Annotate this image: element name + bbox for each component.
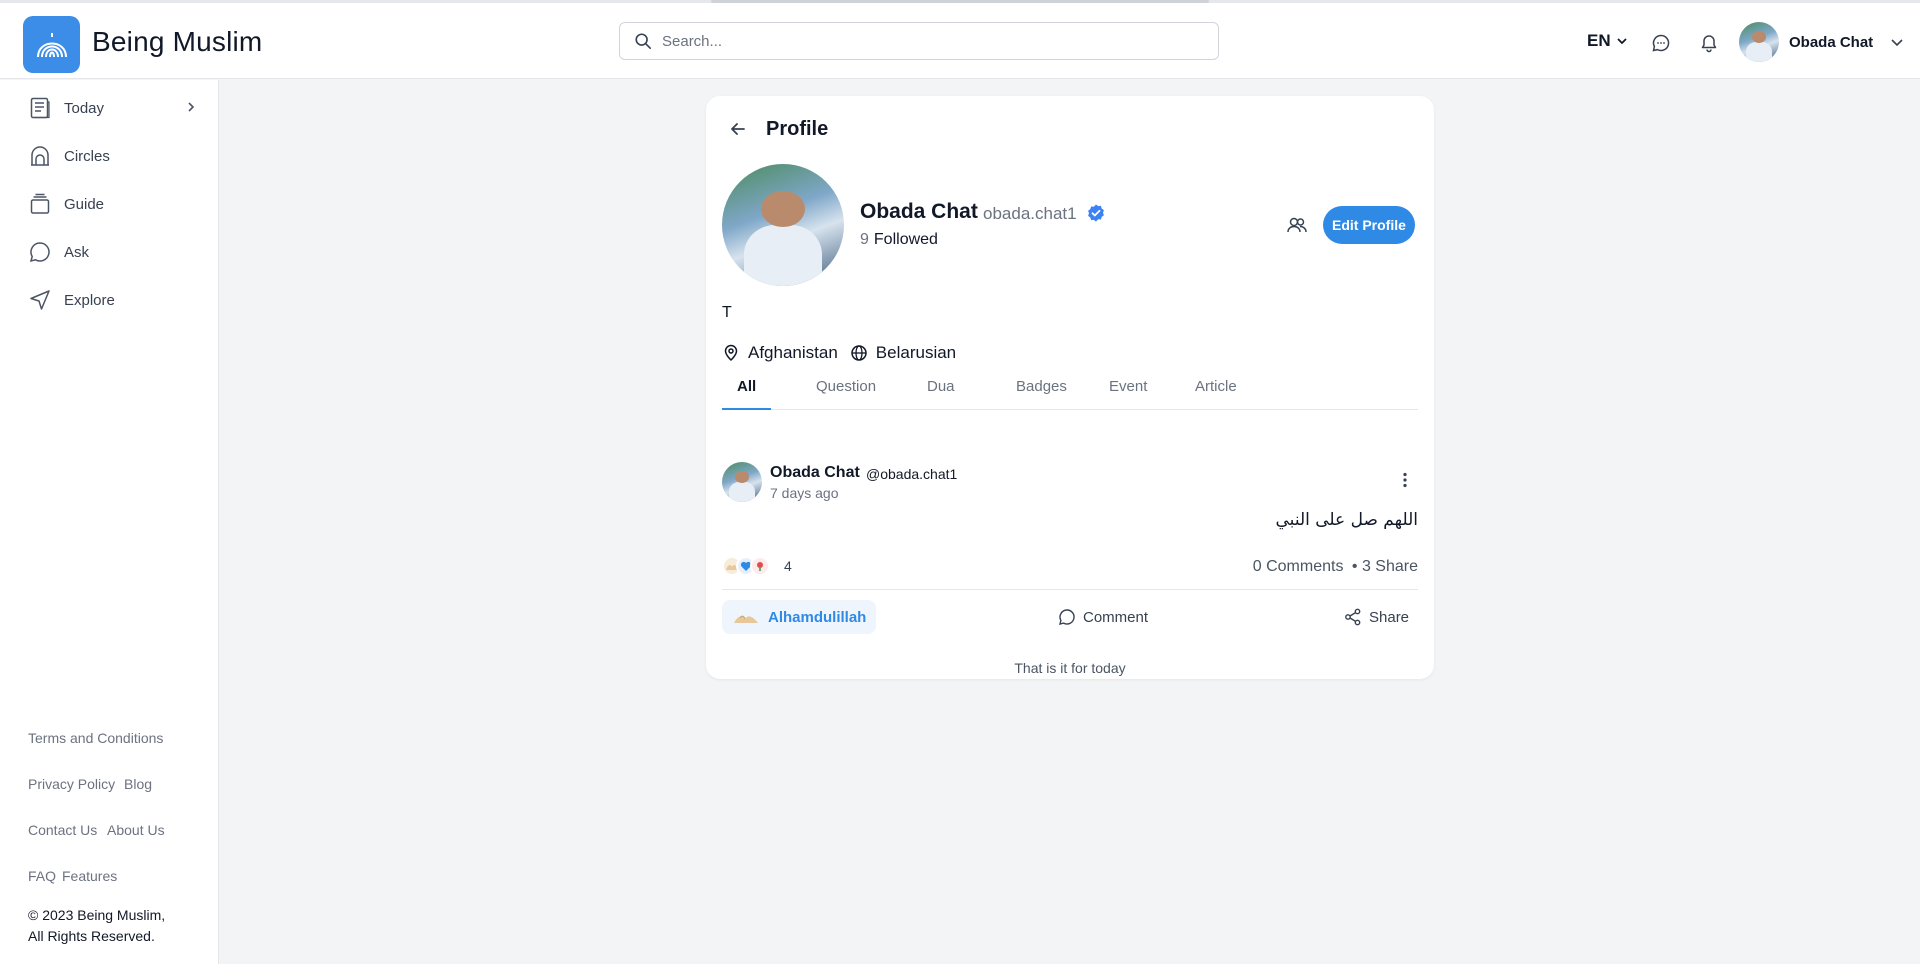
sidebar-item-label: Ask — [64, 243, 90, 261]
about-link[interactable]: About Us — [107, 822, 165, 838]
tab-dua[interactable]: Dua — [927, 378, 955, 410]
comments-count[interactable]: 0 Comments — [1253, 558, 1344, 575]
sidebar-item-label: Guide — [64, 195, 105, 213]
user-avatar — [1739, 22, 1779, 62]
home-arch-icon — [31, 146, 49, 166]
faq-link[interactable]: FAQ — [28, 868, 56, 884]
followed-label: Followed — [873, 231, 938, 248]
post-author-handle[interactable]: @obada.chat1 — [866, 466, 957, 482]
followed-count[interactable]: 9 Followed — [860, 231, 938, 249]
post-author-name[interactable]: Obada Chat — [770, 464, 860, 482]
sidebar-item-explore[interactable]: Explore — [28, 285, 198, 315]
users-group-icon[interactable] — [1286, 214, 1308, 241]
chevron-down-icon — [1891, 39, 1903, 47]
language-label: EN — [1587, 31, 1611, 50]
privacy-link[interactable]: Privacy Policy — [28, 776, 115, 792]
tab-article[interactable]: Article — [1195, 378, 1237, 410]
more-options-icon[interactable] — [1396, 471, 1414, 494]
navigation-arrow-icon — [30, 290, 50, 310]
terms-link[interactable]: Terms and Conditions — [28, 730, 163, 746]
sidebar-item-ask[interactable]: Ask — [28, 237, 198, 267]
chevron-down-icon — [1616, 38, 1627, 45]
tab-question[interactable]: Question — [816, 378, 876, 410]
shares-count[interactable]: • 3 Share — [1352, 558, 1418, 575]
blog-link[interactable]: Blog — [124, 776, 152, 792]
language-selector[interactable]: EN — [1587, 31, 1629, 51]
profile-language: Belarusian — [875, 343, 957, 362]
tab-all[interactable]: All — [722, 378, 772, 410]
chat-bubble-icon — [29, 242, 50, 263]
copyright-line: © 2023 Being Muslim, — [28, 907, 166, 923]
alhamdulillah-label: Alhamdulillah — [768, 608, 867, 626]
notifications-bell-icon[interactable] — [1697, 31, 1721, 55]
sidebar-item-label: Circles — [64, 147, 110, 165]
search-input[interactable] — [662, 23, 1202, 59]
reaction-count: 4 — [784, 558, 792, 574]
profile-avatar[interactable] — [722, 164, 844, 286]
sidebar-item-today[interactable]: Today — [28, 93, 198, 123]
profile-card: Profile Obada Chat obada.chat1 9 Followed… — [706, 96, 1434, 679]
today-doc-icon — [30, 97, 50, 119]
search-box[interactable] — [619, 22, 1219, 60]
top-header: Being Muslim EN Obada Chat — [0, 3, 1920, 79]
share-label: Share — [1369, 608, 1410, 626]
being-muslim-logo[interactable] — [23, 16, 80, 73]
profile-meta: Afghanistan Belarusian — [722, 343, 956, 363]
sidebar-item-guide[interactable]: Guide — [28, 189, 198, 219]
user-menu[interactable]: Obada Chat — [1739, 22, 1905, 62]
post-reactions[interactable]: 4 — [722, 556, 792, 576]
profile-name: Obada Chat — [860, 200, 978, 223]
feed-end-text: That is it for today — [1014, 660, 1126, 676]
post-author-avatar[interactable] — [722, 462, 762, 502]
copyright-line: All Rights Reserved. — [28, 928, 155, 944]
comment-icon — [1059, 609, 1075, 625]
divider — [722, 589, 1418, 590]
comment-button[interactable]: Comment — [1058, 608, 1148, 626]
followed-number: 9 — [860, 231, 869, 248]
comment-label: Comment — [1083, 608, 1149, 626]
verified-badge-icon — [1086, 203, 1106, 228]
profile-handle: obada.chat1 — [983, 204, 1077, 223]
globe-icon — [851, 345, 867, 361]
layers-icon — [30, 193, 50, 214]
sidebar-item-label: Today — [64, 99, 105, 117]
edit-profile-button[interactable]: Edit Profile — [1323, 206, 1415, 244]
profile-bio: T — [722, 304, 732, 321]
profile-tabs: All Question Dua Badges Event Article — [722, 372, 1418, 410]
post-stats: 0 Comments • 3 Share — [1253, 558, 1418, 576]
messages-icon[interactable] — [1649, 31, 1673, 55]
back-arrow-icon[interactable] — [728, 119, 748, 144]
chevron-right-icon — [188, 102, 195, 112]
alhamdulillah-reaction-button[interactable]: Alhamdulillah — [722, 600, 877, 634]
sidebar-item-label: Explore — [64, 291, 115, 309]
user-name: Obada Chat — [1789, 33, 1874, 51]
flower-reaction-icon — [750, 556, 770, 576]
dome-logo-icon — [36, 32, 67, 57]
praying-hands-icon — [734, 615, 758, 623]
sidebar-item-circles[interactable]: Circles — [28, 141, 198, 171]
tab-event[interactable]: Event — [1109, 378, 1147, 410]
copyright: © 2023 Being Muslim, All Rights Reserved… — [28, 905, 198, 947]
brand-name[interactable]: Being Muslim — [92, 26, 262, 58]
post-text: اللهم صل على النبي — [1275, 510, 1418, 530]
post-timestamp: 7 days ago — [770, 485, 839, 501]
share-button[interactable]: Share — [1344, 608, 1409, 626]
features-link[interactable]: Features — [62, 868, 117, 884]
page-title: Profile — [766, 118, 829, 140]
location-pin-icon — [724, 344, 738, 362]
share-icon — [1345, 608, 1361, 626]
tab-badges[interactable]: Badges — [1016, 378, 1067, 410]
contact-link[interactable]: Contact Us — [28, 822, 97, 838]
sidebar: Today Circles Guide Ask Explore Terms an… — [0, 80, 219, 964]
search-icon — [634, 32, 652, 55]
profile-location: Afghanistan — [748, 343, 838, 362]
